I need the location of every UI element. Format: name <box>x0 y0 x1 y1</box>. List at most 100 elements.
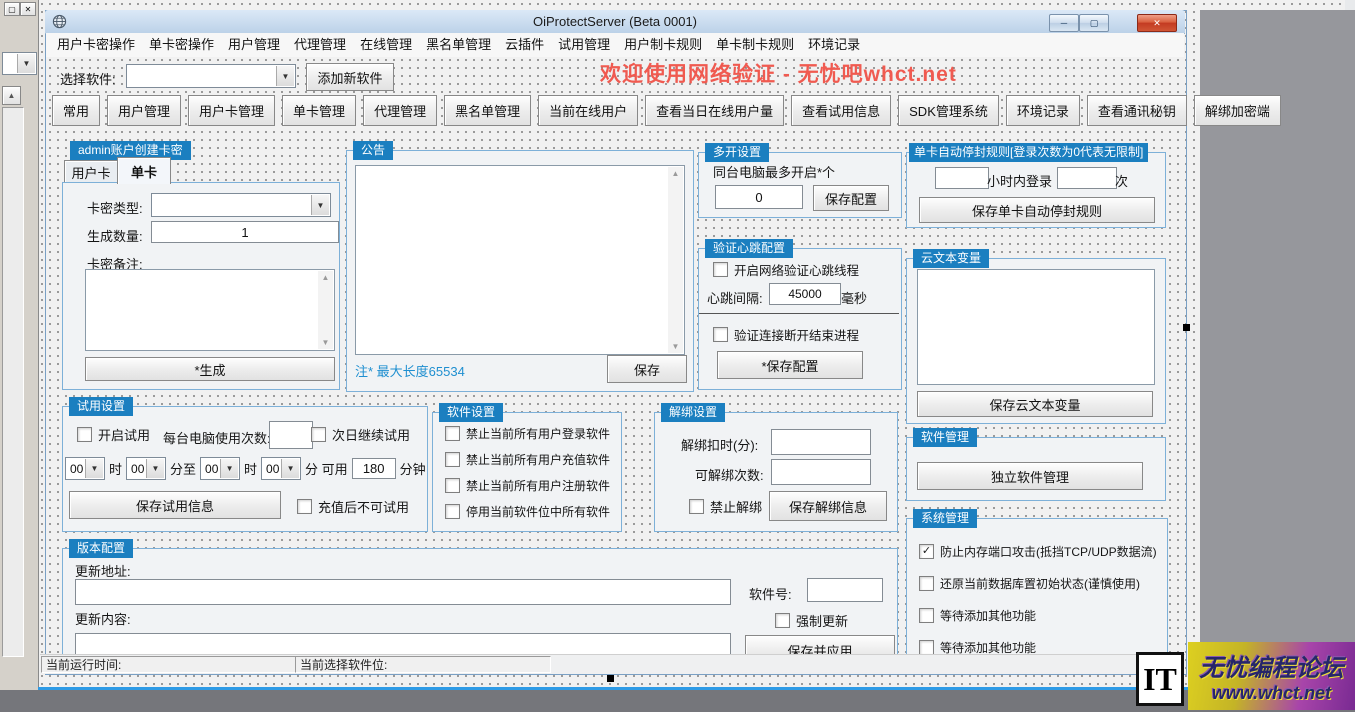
pending-feature-checkbox-1[interactable] <box>919 608 934 623</box>
heartbeat-save-button[interactable]: *保存配置 <box>717 351 863 379</box>
nav-unbind-client-button[interactable]: 解绑加密端 <box>1194 95 1281 126</box>
forbid-login-checkbox[interactable] <box>445 426 460 441</box>
back-window-scroll-up[interactable]: ▲ <box>2 86 21 105</box>
notice-save-button[interactable]: 保存 <box>607 355 687 383</box>
trial-hour-start-select[interactable]: 00 ▼ <box>65 457 105 480</box>
trial-enable-checkbox[interactable] <box>77 427 92 442</box>
nav-online-users-button[interactable]: 当前在线用户 <box>538 95 638 126</box>
nav-agent-mgmt-button[interactable]: 代理管理 <box>363 95 437 126</box>
chevron-down-icon: ▼ <box>17 54 35 73</box>
trial-hour-end-select[interactable]: 00 ▼ <box>200 457 240 480</box>
menu-item-trial-mgmt[interactable]: 试用管理 <box>551 33 617 57</box>
menu-item-single-card-ops[interactable]: 单卡密操作 <box>142 33 221 57</box>
trial-next-day-label: 次日继续试用 <box>332 425 410 444</box>
nav-common-button[interactable]: 常用 <box>52 95 100 126</box>
back-window-maximize-button[interactable]: ▢ <box>4 2 20 16</box>
menu-item-single-card-rules[interactable]: 单卡制卡规则 <box>709 33 801 57</box>
unbind-forbid-row: 禁止解绑 <box>689 497 762 516</box>
multi-open-save-button[interactable]: 保存配置 <box>813 185 889 211</box>
trial-min-avail-label: 分 可用 <box>305 459 348 478</box>
close-button[interactable]: ✕ <box>1137 14 1177 32</box>
unbind-count-input[interactable] <box>771 459 871 485</box>
software-settings-group: 软件设置 禁止当前所有用户登录软件 禁止当前所有用户充值软件 禁止当前所有用户注… <box>432 412 622 532</box>
selection-handle-right[interactable] <box>1183 324 1190 331</box>
add-software-button[interactable]: 添加新软件 <box>306 63 394 91</box>
update-addr-input[interactable] <box>75 579 731 605</box>
back-window-combobox[interactable]: ▼ <box>2 52 37 75</box>
nav-trial-info-button[interactable]: 查看试用信息 <box>791 95 891 126</box>
card-ban-hours-input[interactable] <box>935 167 989 189</box>
generate-qty-input[interactable]: 1 <box>151 221 339 243</box>
cloud-text-textarea[interactable] <box>917 269 1155 385</box>
version-title: 版本配置 <box>69 539 133 558</box>
minimize-button[interactable]: ─ <box>1049 14 1079 32</box>
trial-next-day-checkbox[interactable] <box>311 427 326 442</box>
software-select[interactable]: ▼ <box>126 64 296 88</box>
title-bar[interactable]: OiProtectServer (Beta 0001) ─ ▢ ✕ <box>45 10 1185 34</box>
card-ban-save-button[interactable]: 保存单卡自动停封规则 <box>919 197 1155 223</box>
chevron-down-icon: ▼ <box>85 459 103 478</box>
menu-item-user-card-rules[interactable]: 用户制卡规则 <box>617 33 709 57</box>
software-settings-title: 软件设置 <box>439 403 503 422</box>
scrollbar[interactable]: ▲▼ <box>318 271 333 349</box>
unbind-forbid-checkbox[interactable] <box>689 499 704 514</box>
scrollbar[interactable]: ▲▼ <box>668 167 683 353</box>
heartbeat-interval-input[interactable]: 45000 <box>769 283 841 305</box>
multi-open-label: 同台电脑最多开启*个 <box>713 162 835 181</box>
heartbeat-enable-checkbox[interactable] <box>713 262 728 277</box>
cloud-text-save-button[interactable]: 保存云文本变量 <box>917 391 1153 417</box>
maximize-button[interactable]: ▢ <box>1079 14 1109 32</box>
multi-open-input[interactable]: 0 <box>715 185 803 209</box>
nav-comm-key-button[interactable]: 查看通讯秘钥 <box>1087 95 1187 126</box>
ss-row-4: 停用当前软件位中所有软件 <box>445 503 610 520</box>
trial-min-start-select[interactable]: 00 ▼ <box>126 457 166 480</box>
heartbeat-disconnect-checkbox[interactable] <box>713 327 728 342</box>
nav-env-log-button[interactable]: 环境记录 <box>1006 95 1080 126</box>
anti-attack-checkbox[interactable] <box>919 544 934 559</box>
notice-textarea[interactable]: ▲▼ <box>355 165 685 355</box>
reset-db-checkbox[interactable] <box>919 576 934 591</box>
trial-minutes-input[interactable]: 180 <box>352 458 396 479</box>
nav-user-mgmt-button[interactable]: 用户管理 <box>107 95 181 126</box>
back-window-close-button[interactable]: ✕ <box>20 2 36 16</box>
forbid-recharge-checkbox[interactable] <box>445 452 460 467</box>
chevron-down-icon: ▼ <box>146 459 164 478</box>
menu-item-cloud-plugin[interactable]: 云插件 <box>498 33 551 57</box>
menu-item-agent-mgmt[interactable]: 代理管理 <box>287 33 353 57</box>
nav-blacklist-mgmt-button[interactable]: 黑名单管理 <box>444 95 531 126</box>
unbind-save-button[interactable]: 保存解绑信息 <box>769 491 887 521</box>
trial-save-button[interactable]: 保存试用信息 <box>69 491 281 519</box>
nav-sdk-mgmt-button[interactable]: SDK管理系统 <box>898 95 999 126</box>
menu-item-env-log[interactable]: 环境记录 <box>801 33 867 57</box>
pending-feature-checkbox-2[interactable] <box>919 640 934 655</box>
tab-single-card[interactable]: 单卡 <box>117 157 171 184</box>
trial-min-end-select[interactable]: 00 ▼ <box>261 457 301 480</box>
forbid-register-checkbox[interactable] <box>445 478 460 493</box>
menu-item-user-card-ops[interactable]: 用户卡密操作 <box>50 33 142 57</box>
card-note-textarea[interactable]: ▲▼ <box>85 269 335 351</box>
software-no-input[interactable] <box>807 578 883 602</box>
sys-row-1: 防止内存端口攻击(抵挡TCP/UDP数据流) <box>919 543 1157 560</box>
unbind-deduct-input[interactable] <box>771 429 871 455</box>
force-update-checkbox[interactable] <box>775 613 790 628</box>
nav-single-card-mgmt-button[interactable]: 单卡管理 <box>282 95 356 126</box>
forbid-register-label: 禁止当前所有用户注册软件 <box>466 477 610 494</box>
forbid-login-label: 禁止当前所有用户登录软件 <box>466 425 610 442</box>
trial-per-pc-input[interactable] <box>269 421 313 449</box>
card-type-select[interactable]: ▼ <box>151 193 331 217</box>
menu-item-online-mgmt[interactable]: 在线管理 <box>353 33 419 57</box>
ss-row-3: 禁止当前所有用户注册软件 <box>445 477 610 494</box>
menu-item-user-mgmt[interactable]: 用户管理 <box>221 33 287 57</box>
generate-button[interactable]: *生成 <box>85 357 335 381</box>
card-ban-mid-label: 小时内登录 <box>987 171 1052 190</box>
nav-user-card-mgmt-button[interactable]: 用户卡管理 <box>188 95 275 126</box>
disable-all-software-checkbox[interactable] <box>445 504 460 519</box>
card-ban-times-input[interactable] <box>1057 167 1117 189</box>
standalone-software-button[interactable]: 独立软件管理 <box>917 462 1143 490</box>
selection-handle-bottom[interactable] <box>607 675 614 682</box>
heartbeat-group: 验证心跳配置 开启网络验证心跳线程 心跳间隔: 45000 毫秒 验证连接断开结… <box>698 248 902 390</box>
force-update-label: 强制更新 <box>796 611 848 630</box>
menu-item-blacklist-mgmt[interactable]: 黑名单管理 <box>419 33 498 57</box>
trial-no-after-pay-checkbox[interactable] <box>297 499 312 514</box>
nav-today-online-button[interactable]: 查看当日在线用户量 <box>645 95 784 126</box>
